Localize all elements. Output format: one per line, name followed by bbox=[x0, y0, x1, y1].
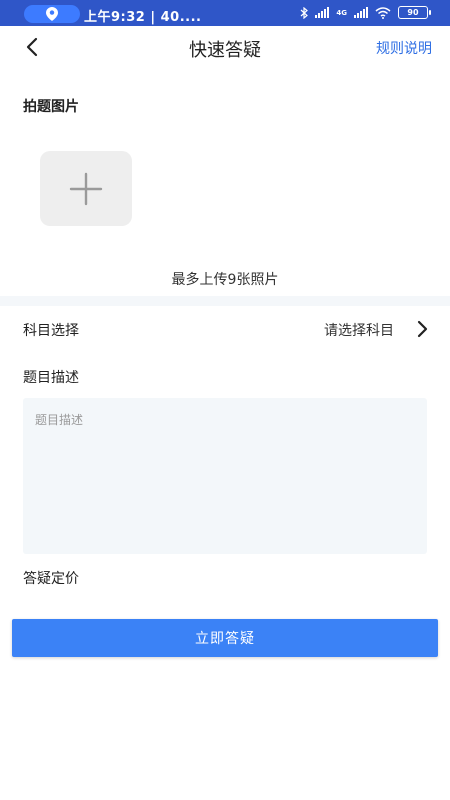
location-pin-icon bbox=[46, 7, 58, 21]
add-photo-button[interactable] bbox=[40, 151, 132, 226]
section-divider bbox=[0, 296, 450, 306]
upload-limit-hint: 最多上传9张照片 bbox=[171, 272, 279, 288]
status-time: 上午9:32 | 40.... bbox=[84, 10, 202, 25]
submit-button[interactable]: 立即答疑 bbox=[12, 619, 438, 657]
bluetooth-icon bbox=[300, 6, 309, 19]
signal-icon bbox=[315, 7, 330, 18]
location-pill bbox=[24, 5, 80, 23]
wifi-icon bbox=[375, 6, 391, 19]
description-input[interactable] bbox=[23, 398, 427, 554]
header: 快速答疑 规则说明 bbox=[0, 26, 450, 68]
signal-icon-2 bbox=[354, 7, 368, 18]
price-label: 答疑定价 bbox=[23, 571, 79, 587]
network-type-label: 4G bbox=[336, 8, 347, 17]
status-bar: 上午9:32 | 40.... 4G 90 bbox=[0, 0, 450, 26]
subject-label: 科目选择 bbox=[23, 323, 79, 339]
subject-value: 请选择科目 bbox=[324, 323, 394, 339]
rules-link[interactable]: 规则说明 bbox=[376, 38, 432, 58]
status-icons: 4G 90 bbox=[300, 6, 431, 19]
chevron-right-icon bbox=[417, 320, 428, 338]
battery-icon: 90 bbox=[398, 6, 431, 19]
battery-level: 90 bbox=[407, 8, 419, 17]
plus-icon bbox=[69, 172, 103, 205]
photo-section-label: 拍题图片 bbox=[23, 99, 79, 115]
description-label: 题目描述 bbox=[23, 370, 79, 386]
subject-select-row[interactable]: 科目选择 请选择科目 bbox=[0, 306, 450, 352]
